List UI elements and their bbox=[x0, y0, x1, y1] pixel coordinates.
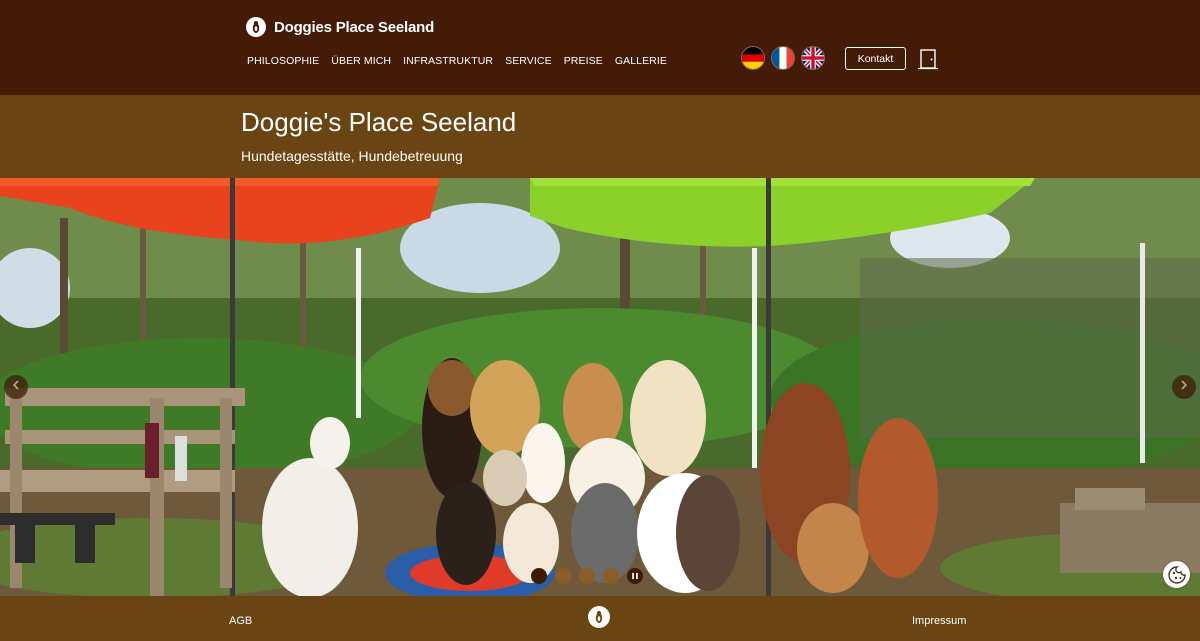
pause-icon bbox=[632, 573, 638, 579]
footer-link-agb[interactable]: AGB bbox=[229, 615, 252, 627]
flag-uk-icon[interactable] bbox=[802, 47, 824, 69]
door-icon[interactable] bbox=[917, 48, 939, 70]
nav-item-infrastruktur[interactable]: INFRASTRUKTUR bbox=[403, 55, 493, 67]
site-header: Doggies Place Seeland PHILOSOPHIE ÜBER M… bbox=[0, 0, 1200, 95]
slider-pause-button[interactable] bbox=[627, 568, 643, 584]
page-subtitle: Hundetagesstätte, Hundebetreuung bbox=[241, 148, 463, 164]
contact-button[interactable]: Kontakt bbox=[845, 47, 906, 70]
flag-france-icon[interactable] bbox=[772, 47, 794, 69]
footer-link-impressum[interactable]: Impressum bbox=[912, 615, 966, 627]
nav-item-ueber-mich[interactable]: ÜBER MICH bbox=[331, 55, 391, 67]
nav-item-philosophie[interactable]: PHILOSOPHIE bbox=[247, 55, 319, 67]
chevron-right-icon bbox=[1178, 378, 1190, 396]
hero-title-bar: Doggie's Place Seeland Hundetagesstätte,… bbox=[0, 95, 1200, 178]
image-slider bbox=[0, 178, 1200, 596]
brand-link[interactable]: Doggies Place Seeland bbox=[246, 17, 434, 37]
dog-logo-icon bbox=[246, 17, 266, 37]
main-nav: PHILOSOPHIE ÜBER MICH INFRASTRUKTUR SERV… bbox=[247, 55, 667, 67]
nav-item-service[interactable]: SERVICE bbox=[505, 55, 552, 67]
slider-dot-1[interactable] bbox=[531, 568, 547, 584]
chevron-left-icon bbox=[10, 378, 22, 396]
brand-name: Doggies Place Seeland bbox=[274, 18, 435, 36]
language-switcher bbox=[742, 47, 824, 69]
flag-germany-icon[interactable] bbox=[742, 47, 764, 69]
slider-dot-3[interactable] bbox=[579, 568, 595, 584]
cookie-icon bbox=[1167, 565, 1186, 584]
nav-item-preise[interactable]: PREISE bbox=[564, 55, 603, 67]
slide-photo-dogs-garden bbox=[0, 178, 1200, 596]
slider-dot-4[interactable] bbox=[603, 568, 619, 584]
slider-pagination bbox=[531, 568, 643, 584]
slider-next-button[interactable] bbox=[1172, 375, 1196, 399]
dog-logo-icon[interactable] bbox=[588, 606, 610, 628]
page-title: Doggie's Place Seeland bbox=[241, 107, 517, 137]
slider-dot-2[interactable] bbox=[555, 568, 571, 584]
site-footer: AGB Impressum bbox=[0, 596, 1200, 641]
slider-prev-button[interactable] bbox=[4, 375, 28, 399]
cookie-settings-button[interactable] bbox=[1163, 561, 1190, 588]
nav-item-gallerie[interactable]: GALLERIE bbox=[615, 55, 667, 67]
